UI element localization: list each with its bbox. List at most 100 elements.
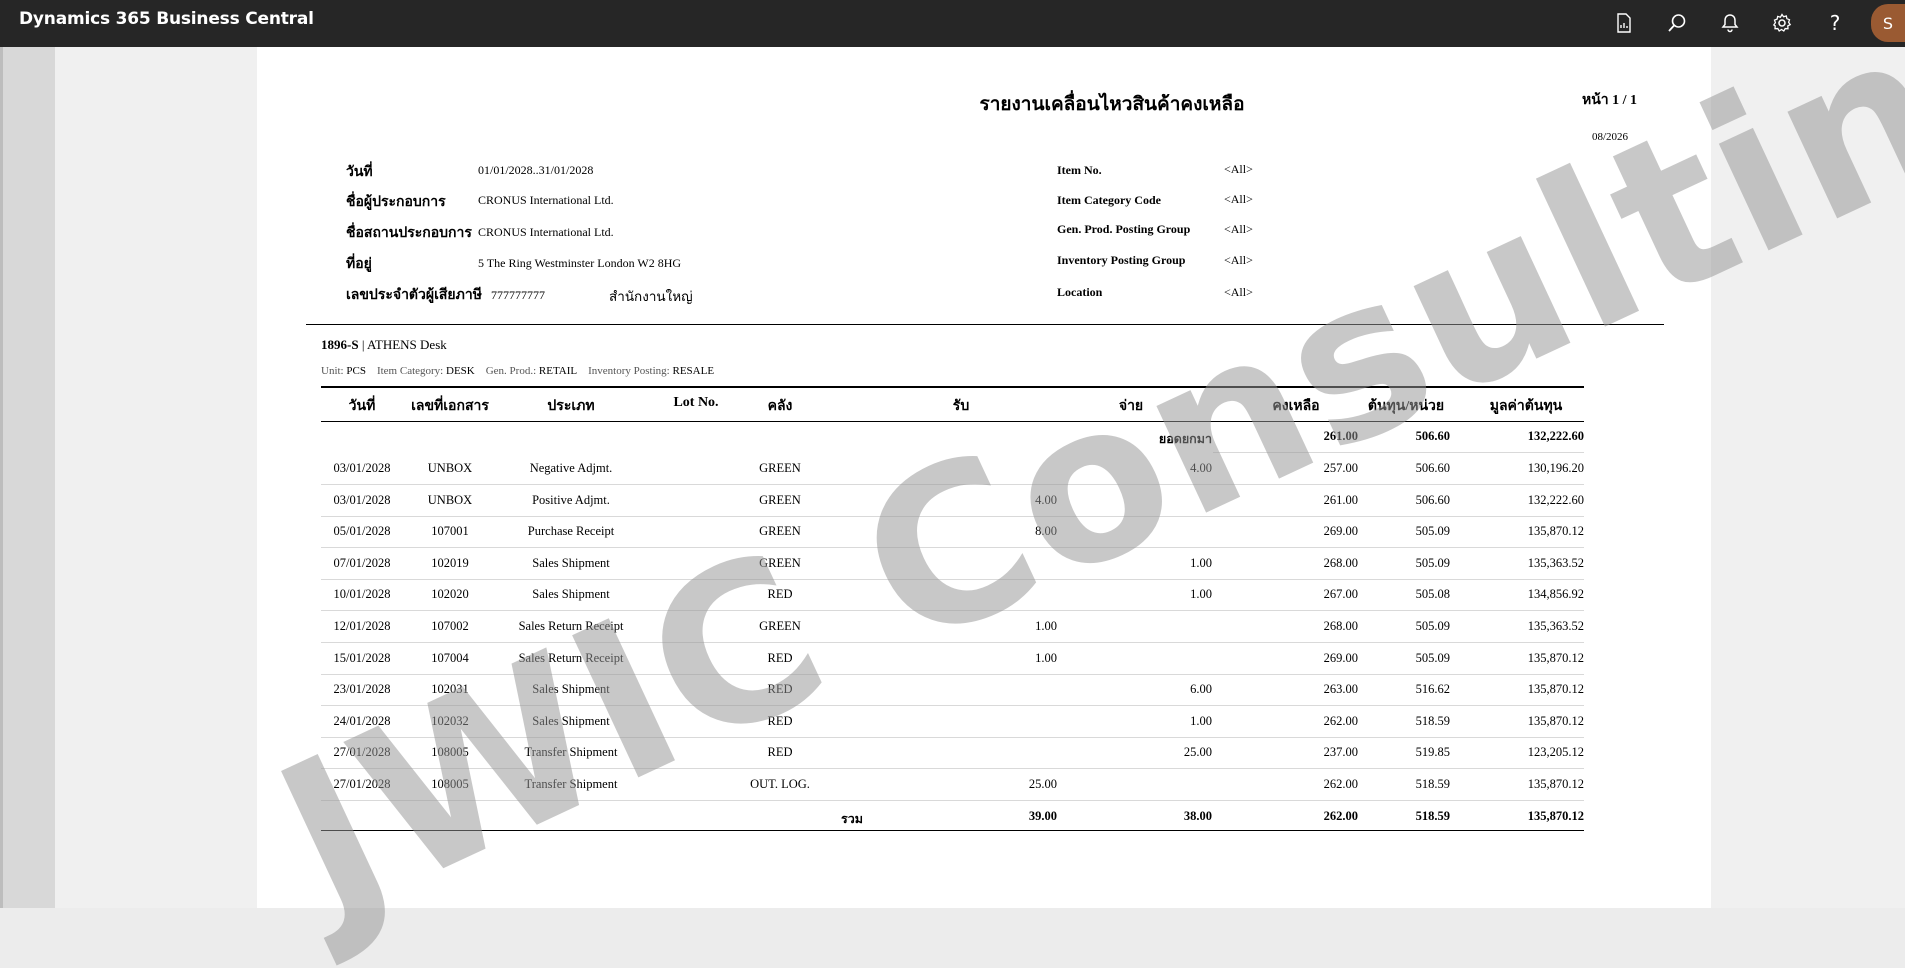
row-unit-cost: 506.60 (1415, 492, 1450, 507)
row-date: 05/01/2028 (333, 524, 391, 539)
row-balance: 269.00 (1323, 524, 1358, 539)
row-out: 1.00 (1190, 587, 1212, 602)
row-out: 1.00 (1190, 555, 1212, 570)
table-row: 07/01/2028 102019 Sales Shipment GREEN 1.00 2… (321, 548, 1584, 580)
table-row: 03/01/2028 UNBOX Negative Adjmt. GREEN 4.00 2… (321, 453, 1584, 485)
gear-icon[interactable] (1767, 8, 1797, 38)
row-type: Transfer Shipment (524, 777, 618, 791)
row-cost-value: 123,205.12 (1527, 745, 1584, 760)
row-type: Transfer Shipment (524, 745, 618, 760)
table-row: 23/01/2028 102031 Sales Shipment RED 6.00 263… (321, 674, 1584, 707)
app-title[interactable]: Dynamics 365 Business Central (19, 9, 314, 29)
unit-value: PCS (346, 365, 366, 377)
filter-gen-prod-value: <All> (1224, 222, 1253, 236)
col-cost-value: มูลค่าต้นทุน (1489, 399, 1563, 414)
company-label: ชื่อผู้ประกอบการ (346, 195, 446, 210)
row-doc-no: 102020 (431, 587, 469, 602)
row-in: 1.00 (1035, 619, 1057, 633)
row-unit-cost: 505.09 (1415, 650, 1450, 665)
row-cost-value: 135,870.12 (1527, 650, 1584, 665)
help-icon[interactable]: ? (1820, 8, 1850, 38)
search-icon[interactable] (1662, 8, 1692, 38)
row-type: Sales Return Receipt (518, 619, 624, 633)
row-cost-value: 132,222.60 (1527, 492, 1584, 507)
row-balance: 237.00 (1323, 745, 1358, 760)
unit-label: Unit: (321, 365, 344, 377)
row-balance: 263.00 (1323, 682, 1358, 697)
row-location: RED (767, 745, 793, 760)
row-date: 07/01/2028 (333, 555, 391, 570)
item-code: 1896-S (321, 337, 359, 352)
filter-category-value: <All> (1224, 192, 1253, 206)
row-doc-no: 107002 (431, 619, 469, 633)
opening-unit-cost: 506.60 (1415, 429, 1450, 443)
report-title: รายงานเคลื่อนไหวสินค้าคงเหลือ (979, 94, 1245, 115)
avatar[interactable]: S (1871, 4, 1905, 42)
total-unit-cost: 518.59 (1415, 808, 1450, 823)
row-balance: 261.00 (1323, 492, 1358, 507)
opening-balance: 261.00 (1323, 429, 1358, 443)
row-date: 27/01/2028 (333, 777, 391, 791)
bell-icon[interactable] (1715, 8, 1745, 38)
filter-location-label: Location (1057, 285, 1103, 299)
opening-label: ยอดยกมา (1158, 432, 1212, 446)
row-type: Purchase Receipt (527, 524, 615, 539)
row-unit-cost: 506.60 (1415, 461, 1450, 475)
gen-prod-value: RETAIL (538, 365, 578, 377)
row-type: Negative Adjmt. (529, 461, 613, 475)
row-cost-value: 135,870.12 (1527, 682, 1584, 697)
top-bar: Dynamics 365 Business Central ? S (0, 0, 1905, 47)
row-balance: 262.00 (1323, 713, 1358, 728)
row-balance: 268.00 (1323, 555, 1358, 570)
row-unit-cost: 518.59 (1415, 777, 1450, 791)
viewer-gutter-left (55, 47, 257, 908)
row-unit-cost: 505.09 (1415, 555, 1450, 570)
table-row: 15/01/2028 107004 Sales Return Receipt RED 1… (321, 643, 1584, 675)
report-icon[interactable] (1609, 8, 1639, 38)
row-cost-value: 134,856.92 (1527, 587, 1584, 602)
row-type: Sales Shipment (532, 713, 610, 728)
row-doc-no: 108005 (431, 777, 469, 791)
item-category-value: DESK (446, 365, 475, 377)
branch-label: ชื่อสถานประกอบการ (346, 226, 472, 241)
row-cost-value: 135,870.12 (1527, 777, 1584, 791)
row-doc-no: 107001 (431, 524, 469, 539)
row-cost-value: 135,870.12 (1527, 713, 1584, 728)
row-type: Positive Adjmt. (532, 492, 610, 507)
row-cost-value: 130,196.20 (1527, 461, 1584, 475)
address-value: 5 The Ring Westminster London W2 8HG (478, 256, 682, 270)
date-label: วันที่ (346, 165, 373, 180)
opening-cost-value: 132,222.60 (1527, 429, 1584, 443)
table-row: 27/01/2028 108005 Transfer Shipment OUT. LO… (321, 769, 1584, 801)
row-type: Sales Return Receipt (518, 650, 624, 665)
row-location: GREEN (759, 555, 801, 570)
header-divider (306, 324, 1664, 325)
row-doc-no: 102032 (431, 713, 469, 728)
row-location: GREEN (759, 461, 801, 475)
row-unit-cost: 505.09 (1415, 524, 1450, 539)
row-date: 24/01/2028 (333, 713, 391, 728)
row-balance: 269.00 (1323, 650, 1358, 665)
row-in: 1.00 (1035, 650, 1057, 665)
table-row: 10/01/2028 102020 Sales Shipment RED 1.00 267… (321, 579, 1584, 612)
row-out: 25.00 (1183, 745, 1212, 760)
row-location: GREEN (759, 619, 801, 633)
row-doc-no: 102019 (431, 555, 469, 570)
row-balance: 268.00 (1323, 619, 1358, 633)
filter-inv-posting-label: Inventory Posting Group (1057, 253, 1186, 267)
row-cost-value: 135,363.52 (1527, 619, 1584, 633)
taxid-label: เลขประจำตัวผู้เสียภาษี (346, 288, 482, 303)
office-value: สำนักงานใหญ่ (609, 289, 693, 304)
filter-gen-prod-label: Gen. Prod. Posting Group (1057, 222, 1191, 236)
total-out: 38.00 (1183, 808, 1212, 823)
row-date: 27/01/2028 (333, 745, 391, 760)
row-out: 4.00 (1190, 461, 1212, 475)
row-balance: 257.00 (1323, 461, 1358, 475)
company-value: CRONUS International Ltd. (478, 193, 614, 207)
total-in: 39.00 (1028, 808, 1057, 823)
row-in: 8.00 (1035, 524, 1057, 539)
filter-inv-posting-value: <All> (1224, 253, 1253, 267)
date-value: 01/01/2028..31/01/2028 (478, 163, 594, 177)
row-type: Sales Shipment (532, 587, 610, 602)
row-location: RED (767, 650, 793, 665)
